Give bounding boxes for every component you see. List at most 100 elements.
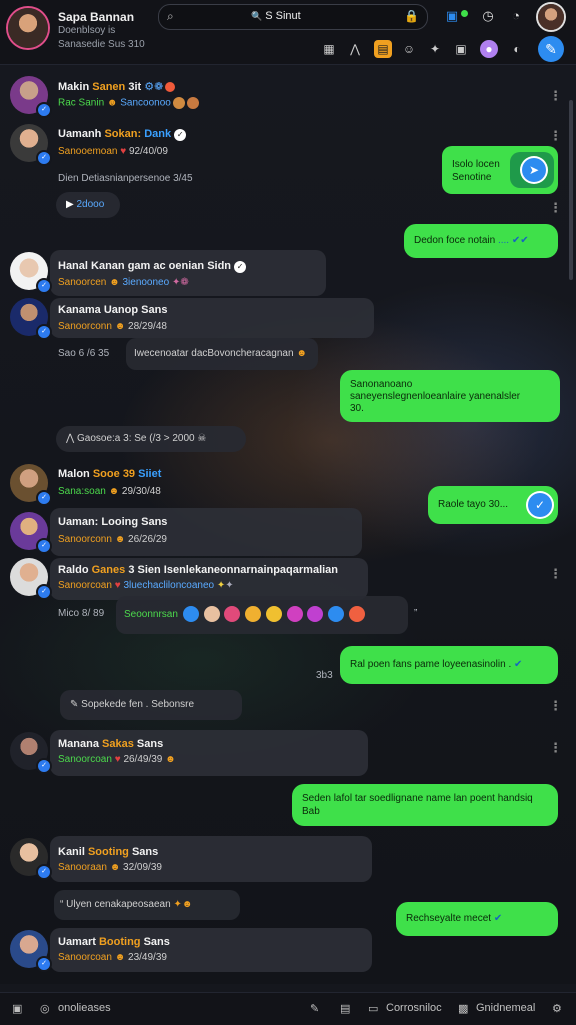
folder-icon[interactable]: ▤ [374, 40, 392, 58]
media-button[interactable]: Gnidnemeal [476, 1002, 535, 1014]
message-card[interactable] [50, 928, 372, 972]
message-card[interactable]: “ Ulyen cenakapeosaean ✦☻ [54, 890, 240, 920]
message-text: Senotine [452, 172, 492, 183]
verified-icon: ✓ [38, 280, 50, 292]
sender-status: Sanooemoan ♥ 92/40/09 [58, 146, 168, 157]
more-options-icon[interactable]: ⋮ [549, 128, 562, 144]
compose-button[interactable]: ✎ [538, 36, 564, 62]
send-badge: ➤ [510, 152, 554, 188]
avatar[interactable]: ✓ [10, 930, 50, 970]
message-card[interactable]: Iwecenoatar dacBovoncheracagnan ☻ [126, 338, 318, 370]
reaction-label: Seoonnrsan [124, 609, 178, 620]
smile-icon[interactable]: ☺ [400, 40, 418, 58]
sticker-icon[interactable]: ● [480, 40, 498, 58]
search-bar[interactable]: ⌕ S Sinut 🔒 [158, 4, 428, 30]
message-card[interactable] [50, 836, 372, 882]
reaction-emoji-icon[interactable] [182, 606, 199, 623]
reaction-bar[interactable]: Seoonnrsan [116, 596, 408, 634]
reaction-emoji-icon[interactable] [328, 606, 345, 623]
message-text: Ral poen fans pame loyeenasinolin . [350, 659, 512, 670]
chat-icon[interactable]: ▭ [368, 1002, 378, 1015]
profile-name: Sapa Bannan [58, 10, 135, 24]
outgoing-message[interactable]: Sanonanoano saneyenslegnenloeanlaire yan… [340, 370, 560, 422]
reaction-emoji-icon[interactable] [265, 606, 282, 623]
more-options-icon[interactable]: ⋮ [549, 200, 562, 216]
system-pill[interactable]: ✎ Sopekede fen . Sebonsre [60, 690, 242, 720]
outgoing-message[interactable]: Raole tayo 30... ✓ [428, 486, 558, 524]
sender-name: Uamart Booting Sans [58, 936, 170, 948]
scrollbar[interactable] [569, 100, 573, 280]
reaction-emoji-icon[interactable] [245, 606, 262, 623]
system-pill[interactable]: ⋀ Gaosoe:a 3: Se (/3 > 2000 ☠ [56, 426, 246, 452]
message-text: Raole tayo 30... [438, 499, 509, 510]
outgoing-message[interactable]: Seden lafol tar soedlignane name lan poe… [292, 784, 558, 826]
quote-icon: ” [414, 608, 418, 619]
emoji-icon: ✦☻ [173, 899, 193, 910]
search-input[interactable]: S Sinut [251, 10, 300, 22]
message-card[interactable] [50, 250, 326, 296]
quote-icon: “ [60, 899, 64, 910]
avatar[interactable]: ✓ [10, 512, 50, 552]
avatar[interactable]: ✓ [10, 838, 50, 878]
attach-icon[interactable]: ▣ [12, 1002, 22, 1015]
send-icon[interactable]: ➤ [522, 158, 546, 182]
sender-status: Sanooraan ☻ 32/09/39 [58, 862, 162, 873]
sender-name: Makin Sanen 3it ⚙❁ [58, 80, 176, 93]
sender-name: Raldo Ganes 3 Sien Isenlekaneonnarnainpa… [58, 564, 339, 576]
avatar[interactable]: ✓ [10, 298, 50, 338]
sender-status: Sanoorconn ☻ 28/29/48 [58, 321, 167, 332]
message-text: Seden lafol tar soedlignane name lan poe… [302, 793, 533, 804]
chart-icon[interactable]: ⋀ [346, 40, 364, 58]
globe-icon[interactable]: ◎ [40, 1002, 50, 1015]
avatar[interactable]: ✓ [10, 76, 50, 116]
timestamp: Sao 6 /6 35 [58, 348, 110, 359]
mic-icon[interactable]: ✎ [310, 1002, 319, 1015]
avatar[interactable]: ✓ [10, 124, 50, 164]
settings-icon[interactable]: ✦ [426, 40, 444, 58]
send-icon[interactable]: ✓ [528, 493, 552, 517]
verified-icon: ✓ [38, 760, 50, 772]
avatar[interactable]: ✓ [10, 464, 50, 504]
grid-view-icon[interactable]: ▦ [320, 40, 338, 58]
sender-name: Manana Sakas Sans [58, 738, 164, 750]
outgoing-message[interactable]: Isolo locen Senotine ➤ [442, 146, 558, 194]
reaction-emoji-icon[interactable] [224, 606, 241, 623]
reaction-pill[interactable]: ▶ 2dooo [56, 192, 120, 218]
more-options-icon[interactable]: ⋮ [549, 566, 562, 582]
online-dot-icon [461, 10, 468, 17]
avatar[interactable]: ✓ [10, 252, 50, 292]
outgoing-message[interactable]: Rechseyalte mecet ✔ [396, 902, 558, 936]
verified-icon: ✓ [38, 152, 50, 164]
avatar[interactable]: ✓ [10, 732, 50, 772]
message-text: Iwecenoatar dacBovoncheracagnan [134, 348, 294, 359]
account-avatar[interactable] [538, 4, 564, 30]
sender-status: Sanoorcen ☻ 3ienooneo ✦❁ [58, 277, 189, 288]
settings-icon[interactable]: ⚙ [552, 1002, 562, 1015]
lock-icon: 🔒 [404, 9, 419, 23]
emoji-icon: ☻ [296, 348, 307, 359]
message-text: Rechseyalte mecet [406, 913, 492, 924]
profile-avatar[interactable] [8, 8, 48, 48]
sender-name: Uaman: Looing Sans [58, 516, 168, 528]
more-options-icon[interactable]: ⋮ [549, 740, 562, 756]
reaction-emoji-icon[interactable] [286, 606, 303, 623]
more-options-icon[interactable]: ⋮ [549, 698, 562, 714]
media-icon[interactable]: ▣ [452, 40, 470, 58]
more-options-icon[interactable]: ⋮ [549, 88, 562, 104]
outgoing-message[interactable]: Dedon foce notain .... ✔✔ [404, 224, 558, 258]
comments-button[interactable]: Corrosniloc [386, 1002, 442, 1014]
gallery-icon[interactable]: ▩ [458, 1002, 468, 1015]
avatar[interactable]: ✓ [10, 558, 50, 598]
sync-icon[interactable]: ◐ [508, 40, 526, 58]
notification-icon[interactable]: ▣ [444, 8, 460, 24]
reaction-emoji-icon[interactable] [203, 606, 220, 623]
reaction-emoji-icon[interactable] [348, 606, 365, 623]
reaction-emoji-icon[interactable] [307, 606, 324, 623]
history-icon[interactable]: ◔ [508, 8, 524, 24]
outgoing-message[interactable]: Ral poen fans pame loyeenasinolin . ✔ [340, 646, 558, 684]
verified-icon: ✓ [38, 866, 50, 878]
image-icon[interactable]: ▤ [340, 1002, 350, 1015]
sender-status: Sanoorconn ☻ 26/26/29 [58, 534, 167, 545]
clock-icon[interactable]: ◷ [480, 8, 496, 24]
message-card[interactable] [50, 730, 368, 776]
